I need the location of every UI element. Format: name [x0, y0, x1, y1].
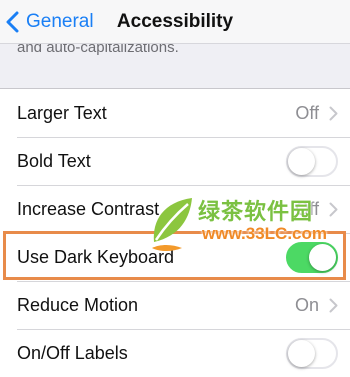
setting-row-on-off-labels: On/Off Labels [0, 329, 350, 377]
setting-label: Larger Text [17, 102, 107, 123]
toggle-knob [288, 147, 315, 175]
setting-label: Bold Text [17, 150, 91, 171]
on-off-labels-toggle[interactable] [286, 337, 338, 369]
bold-text-toggle[interactable] [286, 145, 338, 177]
leaf-logo-icon [150, 194, 196, 257]
setting-value: On [294, 294, 319, 315]
page-title: Accessibility [116, 11, 234, 32]
setting-value: Off [295, 102, 319, 123]
setting-label: Reduce Motion [17, 294, 139, 315]
setting-row-larger-text[interactable]: Larger Text Off [0, 89, 350, 137]
setting-label: Increase Contrast [17, 198, 160, 219]
setting-row-bold-text: Bold Text [0, 137, 350, 185]
setting-label: On/Off Labels [17, 342, 128, 363]
chevron-right-icon [329, 106, 338, 121]
toggle-knob [288, 339, 315, 367]
setting-row-reduce-motion[interactable]: Reduce Motion On [0, 281, 350, 329]
navigation-bar: General Accessibility [0, 0, 350, 44]
watermark-url: www.33LC.com [202, 224, 328, 243]
watermark-title: 绿茶软件园 [198, 199, 314, 224]
chevron-right-icon [329, 298, 338, 313]
watermark: 绿茶软件园 www.33LC.com [150, 190, 350, 260]
